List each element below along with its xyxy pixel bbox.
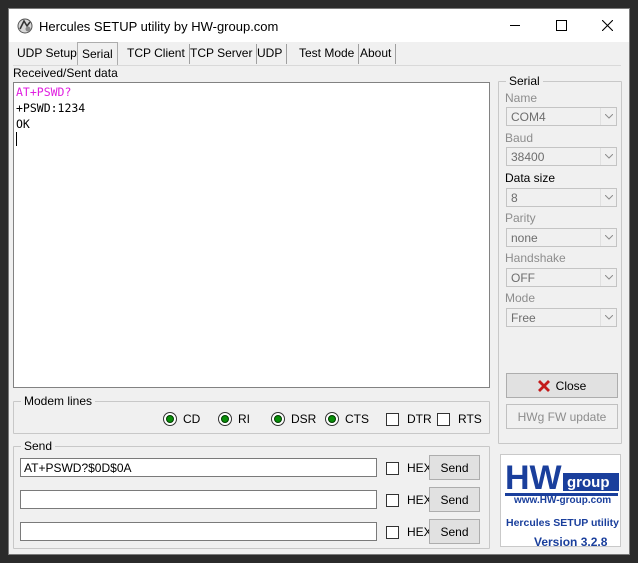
send-button-1[interactable]: Send [429,455,480,480]
handshake-value: OFF [511,271,535,285]
parity-value: none [511,231,538,245]
chevron-down-icon [600,309,616,326]
send-button-3[interactable]: Send [429,519,480,544]
chevron-down-icon [600,229,616,246]
tab-test-mode[interactable]: Test Mode [295,44,360,64]
minimize-button[interactable] [492,9,538,42]
fw-update-label: HWg FW update [517,409,607,424]
baud-label: Baud [505,131,534,145]
handshake-label: Handshake [505,251,566,265]
tab-serial[interactable]: Serial [77,42,118,65]
cd-indicator: CD [163,411,200,427]
baud-value: 38400 [511,150,545,164]
baud-select[interactable]: 38400 [506,147,617,166]
parity-label: Parity [505,211,536,225]
tab-udp[interactable]: UDP [253,44,288,64]
received-line: OK [16,117,30,131]
tab-tcp-server[interactable]: TCP Server [186,44,258,64]
hercules-app-icon [17,18,33,34]
rts-checkbox[interactable]: RTS [437,412,482,426]
hwg-fw-update-button[interactable]: HWg FW update [506,404,618,429]
cd-label: CD [183,412,201,426]
ri-label: RI [238,412,250,426]
hex-checkbox-1[interactable]: HEX [386,461,432,475]
mode-select[interactable]: Free [506,308,617,327]
logo-url: www.HW-group.com [514,495,612,506]
close-port-button[interactable]: Close [506,373,618,398]
modem-lines-title: Modem lines [21,394,96,408]
data-size-value: 8 [511,191,518,205]
tab-udp-setup[interactable]: UDP Setup [13,44,82,64]
handshake-select[interactable]: OFF [506,268,617,287]
mode-value: Free [511,311,536,325]
dtr-label: DTR [407,412,432,426]
name-label: Name [505,91,538,105]
dsr-indicator: DSR [271,411,316,427]
send-title: Send [21,439,56,453]
serial-group-title: Serial [506,74,543,88]
tab-about[interactable]: About [356,44,397,64]
maximize-button[interactable] [538,9,584,42]
hex-label: HEX [407,461,432,475]
hex-checkbox-3[interactable]: HEX [386,525,432,539]
data-size-label: Data size [505,171,556,185]
red-x-icon [537,379,550,392]
received-label: Received/Sent data [13,66,118,80]
title-bar: Hercules SETUP utility by HW-group.com [9,9,629,42]
cts-indicator: CTS [325,411,369,427]
minimize-icon [509,25,520,26]
received-line: +PSWD:1234 [16,101,86,115]
dsr-label: DSR [291,412,317,426]
rts-label: RTS [458,412,482,426]
text-caret [16,132,487,148]
send-input-3[interactable] [20,522,377,541]
maximize-icon [555,20,567,31]
tab-bar: UDP Setup Serial TCP Client TCP Server U… [13,42,623,65]
chevron-down-icon [600,269,616,286]
name-select[interactable]: COM4 [506,107,617,126]
data-size-select[interactable]: 8 [506,188,617,207]
close-window-button[interactable] [584,9,630,42]
name-value: COM4 [511,110,546,124]
tab-tcp-client[interactable]: TCP Client [123,44,190,64]
chevron-down-icon [600,189,616,206]
chevron-down-icon [600,148,616,165]
window-title: Hercules SETUP utility by HW-group.com [39,19,279,34]
logo-product: Hercules SETUP utility [506,517,620,529]
cts-label: CTS [345,412,369,426]
chevron-down-icon [600,108,616,125]
send-input-1[interactable]: AT+PSWD?$0D$0A [20,458,377,477]
mode-label: Mode [505,291,536,305]
dtr-checkbox[interactable]: DTR [386,412,432,426]
hex-checkbox-2[interactable]: HEX [386,493,432,507]
hex-label: HEX [407,525,432,539]
received-line: AT+PSWD? [16,85,72,99]
hw-group-logo: HW group www.HW-group.com Hercules SETUP… [500,454,621,549]
close-icon [601,20,613,31]
hex-label: HEX [407,493,432,507]
close-port-label: Close [555,378,587,393]
send-button-2[interactable]: Send [429,487,480,512]
received-data-area[interactable]: AT+PSWD? +PSWD:1234 OK [13,82,490,388]
logo-hw-text: HW [505,459,563,497]
logo-group-text: group [567,474,610,491]
parity-select[interactable]: none [506,228,617,247]
app-window: Hercules SETUP utility by HW-group.com U… [8,8,630,555]
send-input-2[interactable] [20,490,377,509]
ri-indicator: RI [218,411,250,427]
logo-version: Version 3.2.8 [534,535,608,549]
